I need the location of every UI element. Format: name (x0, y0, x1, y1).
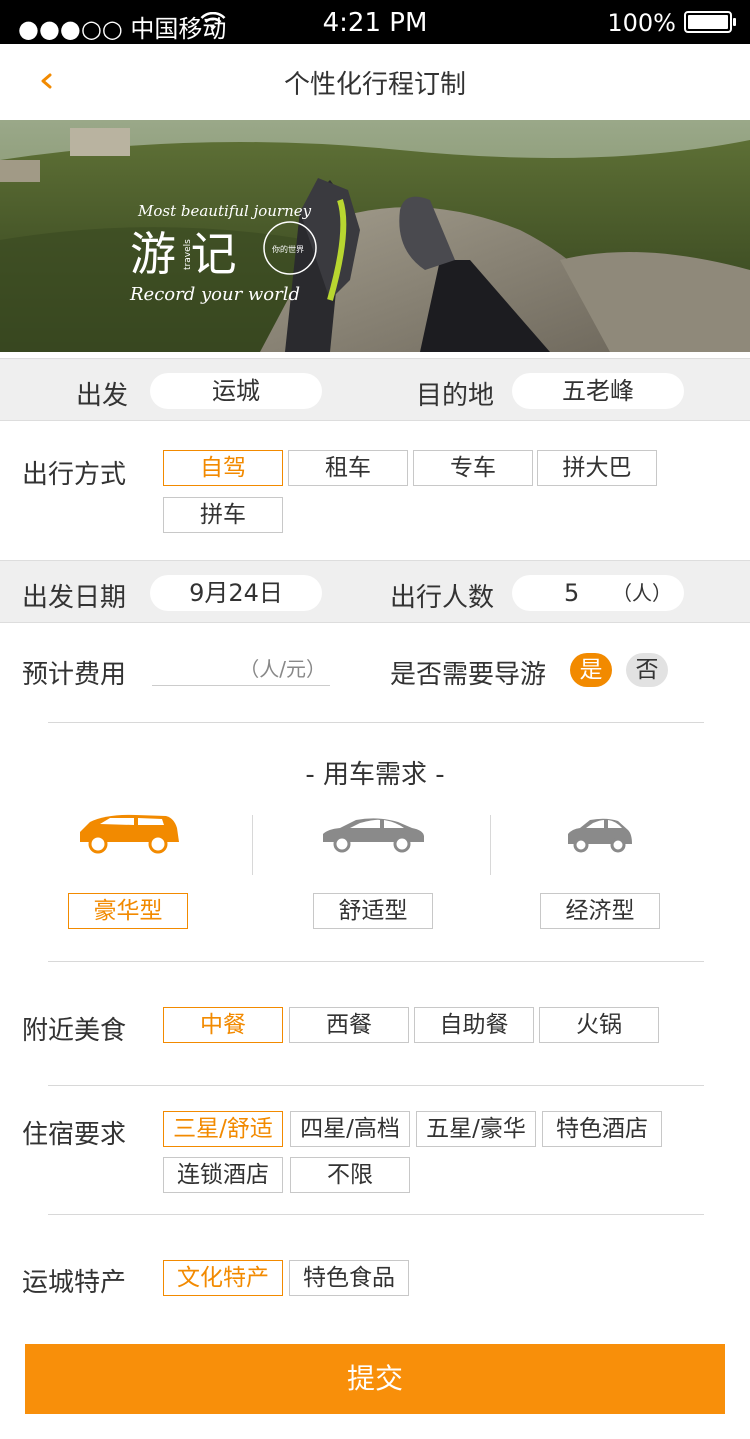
divider (48, 1085, 704, 1086)
guide-no-button[interactable]: 否 (626, 653, 668, 687)
banner-bottom-text: Record your world (129, 284, 300, 305)
cost-label: 预计费用 (22, 660, 127, 690)
lodging-option[interactable]: 连锁酒店 (163, 1157, 283, 1193)
specialty-option[interactable]: 特色食品 (289, 1260, 409, 1296)
destination-field[interactable]: 五老峰 (512, 373, 684, 409)
car-type-option[interactable]: 舒适型 (313, 893, 433, 929)
date-field[interactable]: 9月24日 (150, 575, 322, 611)
car-divider (252, 815, 253, 875)
lodging-option[interactable]: 特色酒店 (542, 1111, 662, 1147)
food-label: 附近美食 (22, 1016, 127, 1046)
banner-image: Most beautiful journey 游 记 你的世界 travels … (0, 120, 750, 352)
transport-option[interactable]: 租车 (288, 450, 408, 486)
transport-option[interactable]: 拼大巴 (537, 450, 657, 486)
divider (48, 722, 704, 723)
lodging-option[interactable]: 三星/舒适 (163, 1111, 283, 1147)
status-bar: ●●●○○ 中国移动 4:21 PM 100% (0, 0, 750, 44)
people-field[interactable]: 5 （人） (512, 575, 684, 611)
route-band: 出发 运城 目的地 五老峰 (0, 358, 750, 421)
people-label: 出行人数 (390, 583, 495, 613)
battery-icon (684, 11, 736, 33)
depart-label: 出发 (76, 381, 129, 411)
destination-label: 目的地 (416, 381, 495, 411)
lodging-option[interactable]: 不限 (290, 1157, 410, 1193)
lodging-option[interactable]: 四星/高档 (290, 1111, 410, 1147)
guide-label: 是否需要导游 (390, 660, 547, 690)
transport-label: 出行方式 (22, 460, 127, 490)
banner-top-text: Most beautiful journey (137, 202, 312, 220)
transport-option[interactable]: 拼车 (163, 497, 283, 533)
food-option[interactable]: 西餐 (289, 1007, 409, 1043)
car-divider (490, 815, 491, 875)
food-option[interactable]: 自助餐 (414, 1007, 534, 1043)
submit-button[interactable]: 提交 (25, 1344, 725, 1414)
transport-option[interactable]: 专车 (413, 450, 533, 486)
battery-percent: 100% (607, 9, 676, 37)
page-title: 个性化行程订制 (283, 70, 466, 100)
transport-option[interactable]: 自驾 (163, 450, 283, 486)
banner-side-text: travels (183, 239, 193, 270)
specialty-option[interactable]: 文化特产 (163, 1260, 283, 1296)
guide-yes-button[interactable]: 是 (570, 653, 612, 687)
lodging-label: 住宿要求 (22, 1120, 127, 1150)
lodging-option[interactable]: 五星/豪华 (416, 1111, 536, 1147)
date-label: 出发日期 (22, 583, 127, 613)
food-option[interactable]: 中餐 (163, 1007, 283, 1043)
car-type-option[interactable]: 豪华型 (68, 893, 188, 929)
economy-car-icon[interactable] (566, 816, 634, 854)
car-section-title: - 用车需求 - (305, 760, 445, 790)
people-count: 5 (564, 579, 580, 607)
cost-input[interactable]: （人/元） (152, 652, 330, 686)
divider (48, 961, 704, 962)
date-people-band: 出发日期 9月24日 出行人数 5 （人） (0, 560, 750, 623)
luxury-car-icon[interactable] (76, 812, 182, 854)
specialty-label: 运城特产 (22, 1268, 127, 1298)
people-unit: （人） (612, 581, 672, 605)
banner-badge-text: 你的世界 (272, 244, 304, 254)
divider (48, 1214, 704, 1215)
comfort-car-icon[interactable] (320, 816, 426, 854)
car-type-option[interactable]: 经济型 (540, 893, 660, 929)
nav-bar: 个性化行程订制 (0, 44, 750, 120)
depart-field[interactable]: 运城 (150, 373, 322, 409)
food-option[interactable]: 火锅 (539, 1007, 659, 1043)
